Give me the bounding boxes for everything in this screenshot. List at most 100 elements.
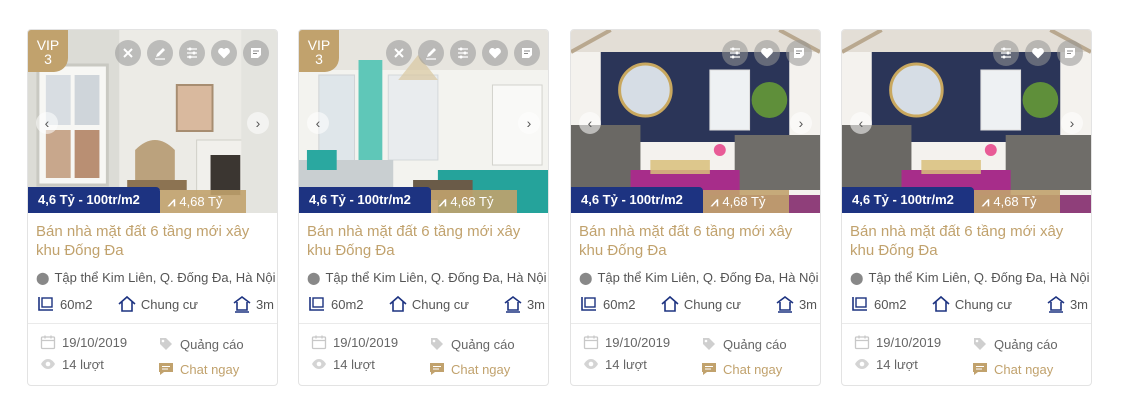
trend-value: 4,68 Tỷ (722, 194, 766, 209)
vip-badge: VIP 3 (299, 30, 339, 72)
card-divider (28, 323, 277, 324)
heart-button[interactable] (1025, 40, 1051, 66)
views-text: 14 lượt (62, 356, 104, 372)
heart-icon (488, 46, 502, 60)
card-toolbar (386, 40, 540, 66)
note-button[interactable] (786, 40, 812, 66)
address-text: Tập thể Kim Liên, Q. Đống Đa, Hà Nội (597, 270, 819, 285)
view-count: 14 lượt (854, 356, 918, 372)
listing-specs: 60m2 Chung cư 3m (850, 294, 1088, 314)
date-text: 19/10/2019 (333, 334, 399, 350)
heart-button[interactable] (211, 40, 237, 66)
listing-title[interactable]: Bán nhà mặt đất 6 tầng mới xây khu Đống … (36, 222, 274, 260)
spec-floors: 3m (775, 294, 817, 314)
listing-specs: 60m2 Chung cư 3m (307, 294, 545, 314)
trend-icon: ⩘ (711, 194, 719, 209)
listing-photo[interactable]: ‹ › 4,6 Tỷ - 100tr/m2 ⩘ 4,68 Tỷ (571, 30, 820, 213)
note-icon (792, 46, 806, 60)
price-trend: ⩘ 4,68 Tỷ (160, 190, 246, 213)
date-text: 19/10/2019 (62, 334, 128, 350)
close-button[interactable] (386, 40, 412, 66)
ad-text: Quảng cáo (451, 336, 515, 352)
edit-button[interactable] (147, 40, 173, 66)
trend-value: 4,68 Tỷ (179, 194, 223, 209)
listing-card[interactable]: VIP 3 ‹ › 4,6 Tỷ - 100tr/m2 ⩘ 4,68 Tỷ Bán… (27, 29, 278, 386)
prev-image-button[interactable]: ‹ (36, 112, 58, 134)
post-date: 19/10/2019 (311, 334, 398, 350)
eye-icon (41, 359, 55, 369)
view-count: 14 lượt (583, 356, 647, 372)
listing-photo[interactable]: VIP 3 ‹ › 4,6 Tỷ - 100tr/m2 ⩘ 4,68 Tỷ (28, 30, 277, 213)
location-pin-icon: ⬤ (579, 271, 593, 285)
listing-photo[interactable]: ‹ › 4,6 Tỷ - 100tr/m2 ⩘ 4,68 Tỷ (842, 30, 1091, 213)
note-button[interactable] (514, 40, 540, 66)
floors-value: 3m (1069, 296, 1088, 312)
ad-tag: Quảng cáo (158, 336, 244, 352)
date-text: 19/10/2019 (605, 334, 671, 350)
listing-card[interactable]: VIP 3 ‹ › 4,6 Tỷ - 100tr/m2 ⩘ 4,68 Tỷ Bán… (298, 29, 549, 386)
chat-text: Chat ngay (723, 361, 783, 377)
tag-icon (703, 338, 715, 350)
listing-grid: VIP 3 ‹ › 4,6 Tỷ - 100tr/m2 ⩘ 4,68 Tỷ Bán… (0, 0, 1123, 416)
note-icon (1063, 46, 1077, 60)
post-date: 19/10/2019 (854, 334, 941, 350)
spec-area: 60m2 (579, 294, 660, 314)
listing-title[interactable]: Bán nhà mặt đất 6 tầng mới xây khu Đống … (307, 222, 545, 260)
area-icon (309, 297, 324, 311)
calendar-icon (311, 335, 327, 350)
next-image-button[interactable]: › (518, 112, 540, 134)
next-image-button[interactable]: › (790, 112, 812, 134)
eye-icon (312, 359, 326, 369)
price-trend: ⩘ 4,68 Tỷ (431, 190, 517, 213)
spec-floors: 3m (232, 294, 274, 314)
filter-button[interactable] (450, 40, 476, 66)
type-value: Chung cư (140, 296, 199, 312)
spec-area: 60m2 (850, 294, 931, 314)
floors-value: 3m (798, 296, 817, 312)
listing-address: ⬤ Tập thể Kim Liên, Q. Đống Đa, Hà Nội (36, 270, 277, 285)
listing-title[interactable]: Bán nhà mặt đất 6 tầng mới xây khu Đống … (850, 222, 1088, 260)
filter-button[interactable] (179, 40, 205, 66)
edit-button[interactable] (418, 40, 444, 66)
spec-floors: 3m (503, 294, 545, 314)
chat-now-button[interactable]: Chat ngay (972, 361, 1053, 377)
prev-image-button[interactable]: ‹ (307, 112, 329, 134)
listing-card[interactable]: ‹ › 4,6 Tỷ - 100tr/m2 ⩘ 4,68 Tỷ Bán nhà m… (841, 29, 1092, 386)
filter-icon (999, 46, 1013, 60)
chat-icon (702, 363, 716, 375)
location-pin-icon: ⬤ (307, 271, 321, 285)
note-button[interactable] (243, 40, 269, 66)
close-button[interactable] (115, 40, 141, 66)
spec-type: Chung cư (388, 294, 503, 314)
heart-button[interactable] (482, 40, 508, 66)
area-value: 60m2 (603, 296, 636, 312)
listing-title[interactable]: Bán nhà mặt đất 6 tầng mới xây khu Đống … (579, 222, 817, 260)
note-button[interactable] (1057, 40, 1083, 66)
heart-icon (1031, 46, 1045, 60)
type-value: Chung cư (411, 296, 470, 312)
chat-now-button[interactable]: Chat ngay (701, 361, 782, 377)
house-icon (932, 295, 950, 312)
next-image-button[interactable]: › (247, 112, 269, 134)
heart-button[interactable] (754, 40, 780, 66)
floors-value: 3m (526, 296, 545, 312)
chat-now-button[interactable]: Chat ngay (158, 361, 239, 377)
chat-now-button[interactable]: Chat ngay (429, 361, 510, 377)
eye-icon (855, 359, 869, 369)
prev-image-button[interactable]: ‹ (850, 112, 872, 134)
vip-label: VIP (36, 37, 60, 53)
prev-image-button[interactable]: ‹ (579, 112, 601, 134)
filter-button[interactable] (993, 40, 1019, 66)
views-text: 14 lượt (876, 356, 918, 372)
listing-photo[interactable]: VIP 3 ‹ › 4,6 Tỷ - 100tr/m2 ⩘ 4,68 Tỷ (299, 30, 548, 213)
edit-icon (153, 46, 167, 60)
chat-icon (973, 363, 987, 375)
address-text: Tập thể Kim Liên, Q. Đống Đa, Hà Nội (325, 270, 547, 285)
trend-value: 4,68 Tỷ (993, 194, 1037, 209)
area-value: 60m2 (331, 296, 364, 312)
filter-button[interactable] (722, 40, 748, 66)
next-image-button[interactable]: › (1061, 112, 1083, 134)
listing-card[interactable]: ‹ › 4,6 Tỷ - 100tr/m2 ⩘ 4,68 Tỷ Bán nhà m… (570, 29, 821, 386)
card-divider (299, 323, 548, 324)
calendar-icon (583, 335, 599, 350)
